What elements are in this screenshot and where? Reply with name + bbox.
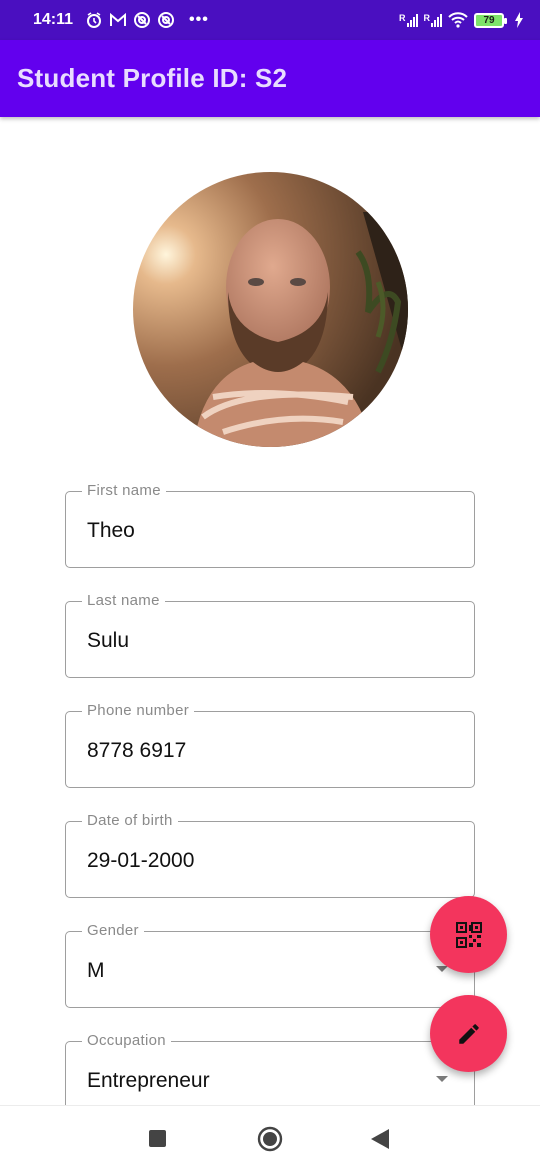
first-name-label: First name [82,482,166,499]
battery-icon: 79 [474,12,507,28]
qr-code-button[interactable] [430,896,507,973]
signal-badge: R [399,13,406,23]
home-icon[interactable] [257,1126,283,1152]
alarm-icon [87,12,102,28]
dropdown-arrow-icon[interactable] [436,1076,448,1082]
last-name-field[interactable]: Last name Sulu [65,592,475,678]
phone-number-label: Phone number [82,702,195,719]
back-icon[interactable] [371,1129,389,1149]
qr-code-icon [455,921,482,948]
gmail-icon [110,12,127,26]
last-name-value[interactable]: Sulu [87,629,129,653]
edit-button[interactable] [430,995,507,1072]
system-status: R R 79 [399,12,524,28]
status-time: 14:11 [33,11,74,28]
signal-icon: R [399,13,418,27]
gender-value: M [87,959,105,982]
date-of-birth-field[interactable]: Date of birth 29-01-2000 [65,812,475,898]
status-bar: 14:11 ••• R R 79 [0,0,540,40]
last-name-label: Last name [82,592,165,609]
notification-icons: ••• [85,11,209,29]
wifi-icon [448,12,468,28]
vpn-icon [158,12,175,28]
pencil-icon [458,1023,479,1044]
charging-icon [515,12,523,28]
vpn-icon [134,12,151,28]
profile-photo [133,172,408,447]
system-nav-bar [0,1105,540,1170]
recent-apps-icon[interactable] [149,1130,166,1147]
dropdown-arrow-icon[interactable] [436,966,448,972]
overflow-dots: ••• [189,11,209,28]
app-bar: Student Profile ID: S2 [0,40,540,117]
signal-badge: R [423,13,431,23]
first-name-field[interactable]: First name Theo [65,482,475,568]
first-name-value[interactable]: Theo [87,519,135,543]
avatar [133,172,408,447]
page-title: Student Profile ID: S2 [17,63,288,93]
gender-select[interactable]: Gender M [65,922,475,1008]
date-of-birth-value[interactable]: 29-01-2000 [87,849,194,873]
battery-level: 79 [483,14,495,26]
phone-number-value[interactable]: 8778 6917 [87,739,186,763]
date-of-birth-label: Date of birth [82,812,178,829]
occupation-label: Occupation [82,1032,171,1049]
gender-label: Gender [82,922,144,939]
occupation-value: Entrepreneur [87,1069,210,1092]
signal-icon: R [423,13,442,27]
phone-number-field[interactable]: Phone number 8778 6917 [65,702,475,788]
